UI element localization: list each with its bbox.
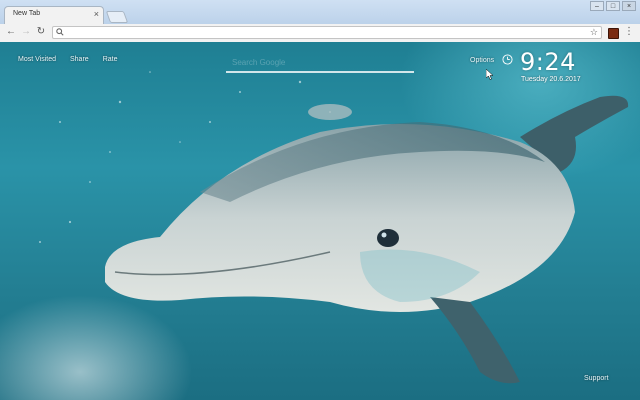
window-controls: – □ ×	[590, 1, 636, 11]
back-arrow-icon[interactable]: ←	[5, 26, 17, 38]
rate-link[interactable]: Rate	[103, 56, 118, 63]
browser-toolbar: ← → ↻ ☆ ⋮	[0, 24, 640, 43]
clock-icon[interactable]	[502, 54, 513, 65]
new-tab-button[interactable]	[105, 11, 129, 23]
newtab-background: Most Visited Share Rate Search Google Op…	[0, 42, 640, 400]
extension-icon[interactable]	[608, 28, 619, 39]
top-links: Most Visited Share Rate	[18, 56, 117, 63]
forward-arrow-icon[interactable]: →	[20, 26, 32, 38]
tab-new-tab[interactable]: New Tab ×	[4, 6, 104, 24]
support-link[interactable]: Support	[584, 375, 609, 382]
most-visited-link[interactable]: Most Visited	[18, 56, 56, 63]
tab-title: New Tab	[13, 10, 41, 17]
reload-icon[interactable]: ↻	[35, 26, 47, 38]
minimize-button[interactable]: –	[590, 1, 604, 11]
share-link[interactable]: Share	[70, 56, 89, 63]
maximize-button[interactable]: □	[606, 1, 620, 11]
search-underline	[226, 71, 414, 73]
options-link[interactable]: Options	[470, 57, 494, 64]
clock-date: Tuesday 20.6.2017	[521, 76, 581, 83]
mouse-cursor-icon	[486, 69, 494, 80]
star-icon[interactable]: ☆	[590, 27, 598, 38]
close-window-button[interactable]: ×	[622, 1, 636, 11]
clock-time: 9:24	[520, 48, 576, 76]
search-input[interactable]: Search Google	[232, 58, 285, 67]
dolphin-image	[39, 71, 629, 384]
search-icon	[56, 28, 64, 39]
tab-close-icon[interactable]: ×	[94, 9, 99, 19]
browser-titlebar: New Tab × – □ ×	[0, 0, 640, 24]
address-bar[interactable]: ☆	[52, 26, 602, 39]
menu-icon[interactable]: ⋮	[624, 26, 634, 38]
